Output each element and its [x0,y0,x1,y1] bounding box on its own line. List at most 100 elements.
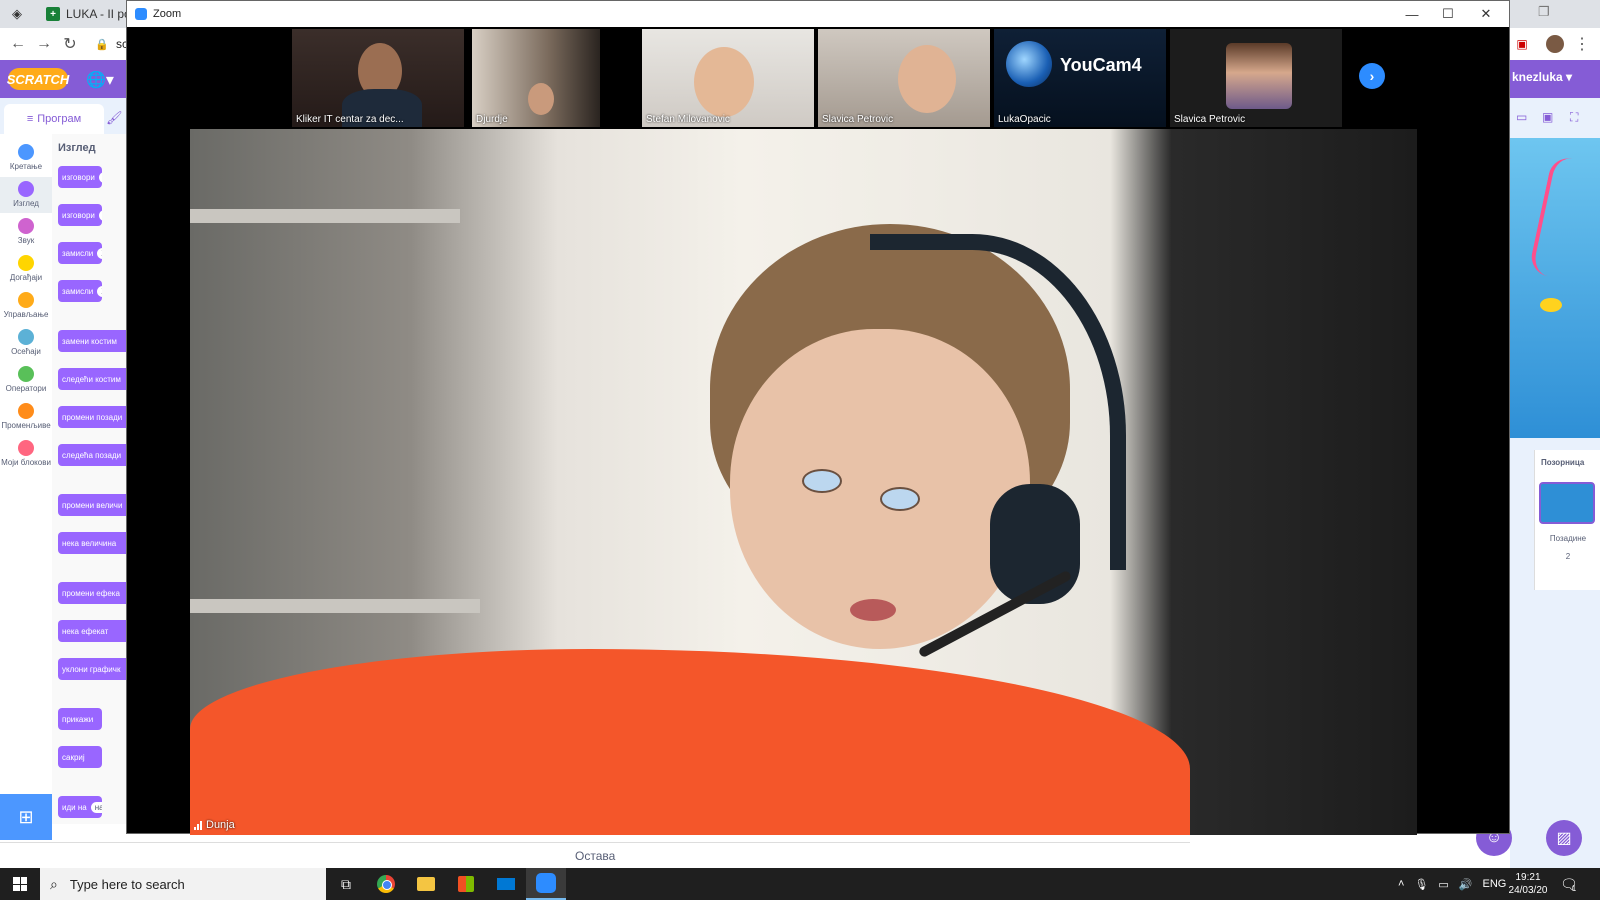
fish-sprite[interactable] [1540,298,1562,312]
stage-target-panel[interactable]: Позорница Позадине 2 [1534,450,1600,590]
looks-block[interactable]: прикажи [58,708,102,730]
looks-block[interactable]: нека величина [58,532,130,554]
category-item[interactable]: Кретање [0,140,52,176]
minimize-icon[interactable]: — [1397,5,1427,23]
add-extension-button[interactable]: ⊞ [0,794,52,840]
category-item[interactable]: Звук [0,214,52,250]
looks-block[interactable]: иди нанапре [58,796,102,818]
category-color-dot [18,440,34,456]
large-stage-icon[interactable]: ▣ [1542,110,1562,126]
participant-tile[interactable]: Slavica Petrovic [818,29,990,127]
block-argument-input[interactable]: напре [90,801,102,813]
block-label: промени позади [62,412,123,422]
search-placeholder: Type here to search [69,876,185,892]
active-speaker-video[interactable]: Dunja [190,129,1417,835]
backpack-bar[interactable]: Остава [0,842,1190,869]
costume-brush-icon[interactable]: 🖌 [106,110,123,126]
reload-icon[interactable]: ↻ [60,34,80,54]
network-icon[interactable]: ▭ [1438,878,1448,891]
zoom-taskbar-app[interactable] [526,868,566,900]
block-argument-input[interactable]: Здр [98,171,102,183]
looks-block[interactable]: уклони графичк [58,658,130,680]
participant-tile[interactable]: Kliker IT centar za dec... [292,29,464,127]
looks-block[interactable]: замислиХмм [58,280,102,302]
looks-block[interactable]: промени ефека [58,582,130,604]
small-stage-icon[interactable]: ▭ [1516,110,1536,126]
pdf-extension-icon[interactable]: ▣ [1512,34,1532,54]
looks-block[interactable]: замени костим [58,330,130,352]
scratch-username[interactable]: knezluka ▾ [1512,70,1572,84]
next-page-arrow-icon[interactable]: › [1359,63,1385,89]
category-item[interactable]: Изглед [0,177,52,213]
youcam-logo-text: YouCam4 [1060,55,1142,75]
category-label: Изглед [13,199,39,208]
block-argument-input[interactable]: Хмм [97,285,102,297]
windows-logo-icon [13,877,27,891]
participant-tile[interactable]: Djurdje [472,29,600,127]
fullscreen-icon[interactable]: ⛶ [1570,110,1590,126]
scratch-logo[interactable]: SCRATCH [7,68,69,90]
chrome-taskbar-app[interactable] [366,868,406,900]
notification-count: 1 [1571,883,1577,893]
input-language[interactable]: ENG [1483,878,1507,890]
stage-canvas[interactable] [1510,138,1600,438]
taskbar-clock[interactable]: 19:21 24/03/20 [1506,871,1550,897]
looks-block[interactable]: следећи костим [58,368,130,390]
looks-block[interactable]: сакриј [58,746,102,768]
block-label: замени костим [62,336,117,346]
browser-menu-icon[interactable]: ⋮ [1572,34,1592,54]
language-globe-icon[interactable]: 🌐▾ [86,70,114,90]
forward-icon[interactable]: → [34,34,54,54]
category-item[interactable]: Оператори [0,362,52,398]
store-taskbar-app[interactable] [446,868,486,900]
mail-taskbar-app[interactable] [486,868,526,900]
category-item[interactable]: Управљање [0,288,52,324]
looks-block[interactable]: промени величи [58,494,130,516]
block-label: изговори [62,172,95,182]
looks-block[interactable]: замислиХмм [58,242,102,264]
store-icon [458,876,474,892]
browser-tab-scratch[interactable]: ◈ [12,0,22,28]
close-icon[interactable]: ✕ [1471,5,1501,23]
looks-block[interactable]: промени позади [58,406,130,428]
microphone-icon[interactable]: 🎙 [1414,878,1428,891]
block-label: замисли [62,286,94,296]
zoom-titlebar[interactable]: Zoom — ☐ ✕ [127,1,1509,27]
stage-thumbnail[interactable] [1539,482,1595,524]
block-argument-input[interactable]: Здр [98,209,102,221]
looks-block[interactable]: изговориЗдр [58,204,102,226]
start-button[interactable] [0,868,40,900]
participant-name: Stefan Milovanovic [646,114,730,125]
category-item[interactable]: Променљиве [0,399,52,435]
block-argument-input[interactable]: Хмм [97,247,102,259]
category-color-dot [18,403,34,419]
action-center-button[interactable]: 🗨 1 [1560,868,1578,900]
looks-block[interactable]: нека ефекат [58,620,130,642]
file-explorer-taskbar-app[interactable] [406,868,446,900]
taskbar-search-box[interactable]: ⌕ Type here to search [40,868,326,900]
system-tray: ˄ 🎙 ▭ 🔊 ENG [1398,868,1506,900]
volume-icon[interactable]: 🔊 [1459,878,1473,891]
clock-date: 24/03/20 [1508,885,1548,896]
looks-block[interactable]: изговориЗдр [58,166,102,188]
add-backdrop-button[interactable]: ▨ [1546,820,1582,856]
category-item[interactable]: Моји блокови [0,436,52,472]
show-hidden-icons-icon[interactable]: ˄ [1398,878,1404,890]
task-view-button[interactable]: ⧉ [326,868,366,900]
zoom-window: Zoom — ☐ ✕ Kliker IT centar za dec... Dj… [126,0,1510,835]
maximize-icon[interactable]: ☐ [1433,5,1463,23]
browser-restore-icon[interactable]: ❐ [1538,4,1550,20]
participant-tile[interactable]: YouCam4 LukaOpacic [994,29,1166,127]
back-icon[interactable]: ← [8,34,28,54]
category-item[interactable]: Догађаји [0,251,52,287]
profile-avatar[interactable] [1545,34,1565,54]
tab-code[interactable]: ≡ Програм [4,104,104,134]
category-label: Звук [17,236,35,245]
participant-tile[interactable]: Slavica Petrovic [1170,29,1342,127]
category-label: Догађаји [9,273,43,282]
category-item[interactable]: Осећаји [0,325,52,361]
lock-icon: 🔒 [95,38,109,51]
participant-tile[interactable]: Stefan Milovanovic [642,29,814,127]
looks-block[interactable]: следећа позади [58,444,130,466]
backdrops-label: Позадине [1549,534,1587,543]
